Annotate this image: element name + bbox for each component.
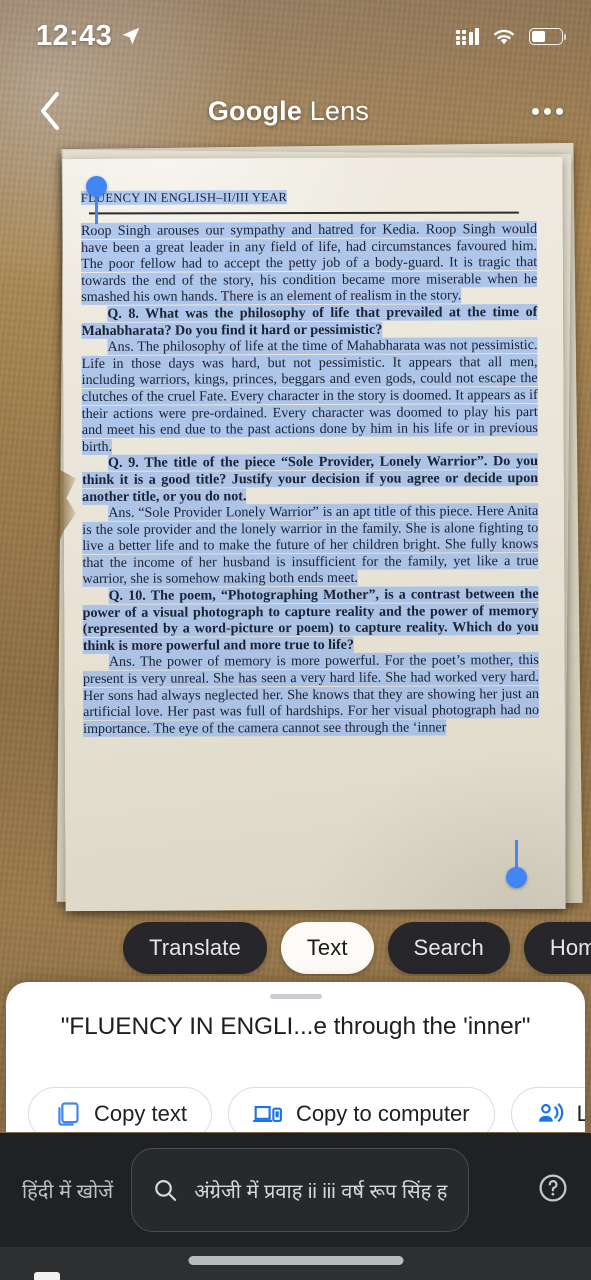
mode-chip-homework[interactable]: Homework (523, 922, 591, 974)
search-input[interactable]: अंग्रेजी में प्रवाह ii iii वर्ष रूप सिंह… (131, 1148, 470, 1232)
nav-corner-artifact (34, 1272, 60, 1280)
battery-icon (529, 27, 566, 45)
sheet-drag-handle[interactable] (269, 994, 322, 999)
chip-label: Homework (549, 935, 591, 960)
handle-knob (506, 867, 527, 888)
search-icon (155, 1180, 177, 1201)
document-paragraph[interactable]: Roop Singh arouses our sympathy and hatr… (80, 221, 538, 306)
answer-text: Ans. The power of memory is more powerfu… (82, 652, 540, 737)
help-button[interactable] (537, 1172, 569, 1209)
document-horizontal-rule (88, 211, 519, 215)
action-label: Listen (576, 1101, 585, 1126)
more-options-icon (555, 107, 563, 115)
devices-icon (252, 1105, 282, 1123)
running-head-text: FLUENCY IN ENGLISH–II/III YEAR (80, 190, 288, 205)
page-title: Google Lens (62, 96, 515, 127)
selection-handle-end[interactable] (506, 840, 530, 888)
document-answer-10[interactable]: Ans. The power of memory is more powerfu… (82, 652, 540, 737)
keyboard-suggestion-bar: हिंदी में खोजें अंग्रेजी में प्रवाह ii i… (0, 1133, 591, 1247)
copy-icon (58, 1102, 79, 1126)
chip-label: Text (306, 935, 348, 960)
header-brand: Google (207, 95, 303, 126)
selection-handle-start[interactable] (86, 176, 110, 224)
status-clock: 12:43 (36, 19, 113, 52)
phone-screen: FLUENCY IN ENGLISH–II/III YEAR Roop Sing… (0, 0, 591, 1280)
document-answer-8[interactable]: Ans. The philosophy of life at the time … (81, 337, 538, 455)
document-text-layer[interactable]: FLUENCY IN ENGLISH–II/III YEAR Roop Sing… (80, 189, 540, 737)
signal-dots (456, 29, 467, 45)
mode-chip-text[interactable]: Text (280, 922, 374, 974)
help-icon (539, 1173, 567, 1202)
answer-text: Ans. The philosophy of life at the time … (81, 337, 538, 455)
more-options-button[interactable] (515, 79, 579, 143)
document-question-8[interactable]: Q. 8. What was the philosophy of life th… (81, 303, 538, 339)
keyboard-language-hint[interactable]: हिंदी में खोजें (22, 1177, 113, 1204)
document-question-9[interactable]: Q. 9. The title of the piece “Sole Provi… (82, 453, 539, 505)
copy-to-computer-button[interactable]: Copy to computer (227, 1087, 495, 1132)
chip-label: Translate (149, 935, 241, 960)
home-indicator[interactable] (188, 1256, 403, 1265)
action-label: Copy to computer (295, 1101, 470, 1126)
lens-mode-chips: Translate Text Search Homework (0, 920, 591, 976)
question-text: Q. 9. The title of the piece “Sole Provi… (82, 453, 539, 505)
paragraph-text: Roop Singh arouses our sympathy and hatr… (80, 221, 538, 306)
mode-chip-translate[interactable]: Translate (123, 922, 267, 974)
answer-text: Ans. “Sole Provider Lonely Warrior” is a… (82, 503, 539, 588)
sheet-action-row: Copy text Copy to computer Lis (28, 1087, 585, 1132)
result-bottom-sheet[interactable]: "FLUENCY IN ENGLI...e through the 'inner… (6, 982, 585, 1132)
document-running-head: FLUENCY IN ENGLISH–II/III YEAR (80, 189, 537, 206)
handle-knob (86, 176, 107, 197)
document-question-10[interactable]: Q. 10. The poem, “Photographing Mother”,… (82, 586, 539, 654)
navigation-bar (0, 1247, 591, 1280)
search-input-value: अंग्रेजी में प्रवाह ii iii वर्ष रूप सिंह… (194, 1180, 449, 1203)
chip-label: Search (413, 935, 484, 960)
wifi-icon (494, 29, 514, 44)
status-bar-left: 12:43 (36, 20, 141, 53)
document-answer-9[interactable]: Ans. “Sole Provider Lonely Warrior” is a… (82, 503, 539, 588)
app-header: Google Lens (0, 78, 591, 144)
more-options-icon (531, 107, 539, 115)
location-arrow-icon (122, 27, 140, 45)
cellular-signal-icon (456, 27, 479, 45)
listen-icon (538, 1103, 563, 1122)
status-bar: 12:43 (0, 0, 591, 72)
copy-text-button[interactable]: Copy text (28, 1087, 212, 1132)
question-text: Q. 10. The poem, “Photographing Mother”,… (82, 586, 539, 654)
selected-text-preview: "FLUENCY IN ENGLI...e through the 'inner… (60, 1013, 531, 1040)
listen-button[interactable]: Listen (510, 1087, 585, 1132)
status-bar-right (456, 27, 566, 46)
action-label: Copy text (94, 1101, 187, 1126)
mode-chip-search[interactable]: Search (387, 922, 510, 974)
more-options-icon (543, 107, 551, 115)
question-text: Q. 8. What was the philosophy of life th… (81, 303, 538, 339)
back-chevron-icon (41, 92, 59, 130)
header-product: Lens (302, 95, 370, 126)
